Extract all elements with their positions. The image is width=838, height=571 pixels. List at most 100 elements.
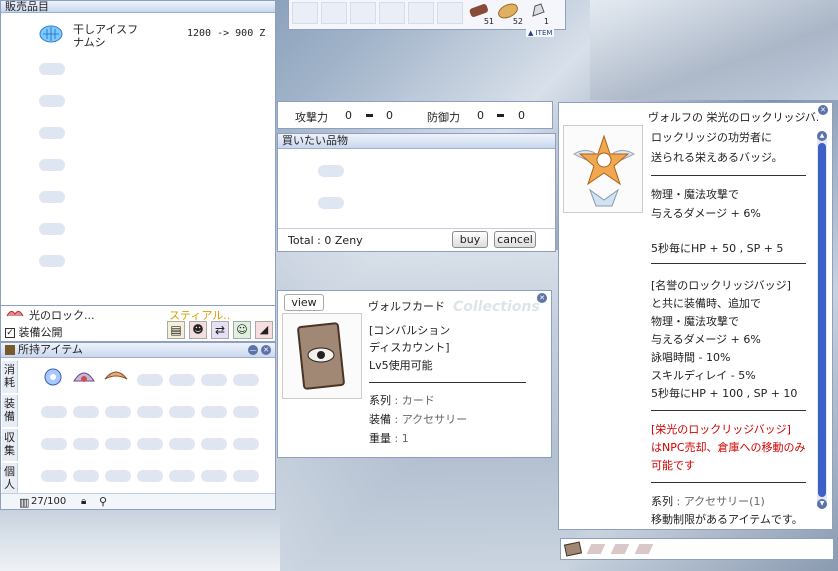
badge-type: 系列 : アクセサリー(1)	[651, 495, 765, 508]
card-slot-3[interactable]	[610, 544, 630, 554]
tab-equipment[interactable]: 装備	[2, 395, 18, 427]
tab-personal[interactable]: 個人	[2, 463, 18, 495]
checkbox[interactable]: ✓	[5, 328, 15, 338]
notes-icon[interactable]: ▤	[167, 321, 185, 339]
card-slot-1[interactable]	[563, 541, 583, 557]
tab-consumable[interactable]: 消耗	[2, 361, 18, 393]
badge-effect-1: 物理・魔法攻撃で	[651, 188, 739, 201]
card-divider	[369, 382, 526, 383]
inventory-capacity: 27/100	[31, 496, 67, 507]
card-line-1: [コンバルション	[369, 324, 451, 337]
helm-icon[interactable]	[71, 365, 97, 389]
card-image-frame	[282, 313, 362, 399]
badge-set-6: スキルディレイ - 5%	[651, 369, 756, 382]
item-tab-label[interactable]: ▲ ITEM	[526, 29, 555, 37]
shortcut-slot-8[interactable]: 52	[495, 2, 523, 26]
card-line-2: ディスカウント]	[369, 341, 450, 354]
card-type: 系列 : カード	[369, 394, 435, 407]
badge-set-3: 物理・魔法攻撃で	[651, 315, 739, 328]
badge-desc-1: ロックリッジの功労者に	[651, 131, 772, 144]
shortcut-slot-9[interactable]: 1	[525, 2, 553, 26]
character2-icon[interactable]: ☺	[233, 321, 251, 339]
card-equip: 装備 : アクセサリー	[369, 413, 468, 426]
shop-item-price: 1200 -> 900 Z	[187, 28, 266, 39]
shortcut-bar: 51 52 1	[288, 0, 566, 30]
book-icon: ▥	[19, 496, 30, 509]
star-badge-icon	[572, 134, 636, 207]
badge-close-button[interactable]: ✕	[818, 105, 828, 115]
wishlist-footer: Total : 0 Zeny buy cancel	[278, 228, 555, 251]
shortcut-slot-3[interactable]	[350, 2, 376, 24]
badge-effect-3: 5秒毎にHP + 50 , SP + 5	[651, 242, 784, 255]
wishlist-title: 買いたい品物	[278, 134, 555, 149]
equip-strip: 光のロック... スティアル.. ✓ 装備公開 ▤ ☻ ⇄ ☺ ◢	[0, 306, 276, 342]
inventory-title: 所持アイテム	[18, 343, 83, 356]
tab-collection[interactable]: 収集	[2, 429, 18, 461]
badge-effect-2: 与えるダメージ + 6%	[651, 207, 761, 220]
shop-title: 販売品目	[1, 1, 275, 13]
lock-icon[interactable]: 🔒︎	[81, 494, 86, 509]
badge-image-frame	[563, 125, 643, 213]
eraser-icon[interactable]: ◢	[255, 321, 273, 339]
card-eye-icon	[297, 322, 345, 390]
badge-scrollbar[interactable]: ▲ ▼	[817, 131, 827, 509]
equip-public-toggle[interactable]: ✓ 装備公開	[5, 324, 63, 340]
shortcut-slot-2[interactable]	[321, 2, 347, 24]
badge-title: ヴォルフの 栄光のロックリッジバ...	[648, 111, 818, 124]
inventory-window: 所持アイテム — ✕ 消耗 装備 収集 個人 ▥ 27/100 🔒︎ ⚲	[0, 342, 276, 510]
badge-divider-2	[651, 263, 806, 264]
buy-button[interactable]: buy	[452, 231, 488, 248]
view-button[interactable]: view	[284, 294, 324, 311]
scroll-down-icon[interactable]: ▼	[817, 499, 827, 509]
badge-window: ヴォルフの 栄光のロックリッジバ... ✕ ロックリッジの功労者に 送られる栄え…	[558, 102, 833, 530]
card-watermark: Collections	[453, 299, 540, 315]
shortcut-slot-1[interactable]	[292, 2, 318, 24]
atk-equals-icon	[366, 114, 373, 117]
def-label: 防御力	[427, 111, 460, 124]
wishlist-window: 買いたい品物 Total : 0 Zeny buy cancel	[277, 133, 556, 252]
search-icon[interactable]: ⚲	[99, 494, 107, 509]
minimize-button[interactable]: —	[248, 345, 258, 355]
badge-desc-2: 送られる栄えあるバッジ。	[651, 151, 783, 164]
card-window: Collections view ✕ ヴォルフカード [コンバルション ディスカ…	[277, 290, 552, 458]
def-equals-icon	[497, 114, 504, 117]
shop-item-name[interactable]: 干しアイスフ ナムシ	[73, 23, 138, 49]
wing-accessory-icon[interactable]	[103, 367, 129, 387]
close-button[interactable]: ✕	[261, 345, 271, 355]
equip-name: 光のロック...	[29, 309, 95, 322]
scroll-up-icon[interactable]: ▲	[817, 131, 827, 141]
shortcut-slot-5[interactable]	[408, 2, 434, 24]
orb-icon[interactable]	[41, 365, 65, 389]
card-slot-2[interactable]	[586, 544, 606, 554]
card-slot-4[interactable]	[634, 544, 654, 554]
inventory-icon	[5, 345, 15, 355]
shortcut-slot-7[interactable]: 51	[466, 2, 494, 26]
shortcut-slot-6[interactable]	[437, 2, 463, 24]
atk-value-2: 0	[386, 109, 393, 122]
card-weight: 重量 : 1	[369, 432, 409, 445]
card-close-button[interactable]: ✕	[537, 293, 547, 303]
shop-window: 販売品目 干しアイスフ ナムシ 1200 -> 900 Z	[0, 0, 276, 306]
badge-restrict-1: [栄光のロックリッジバッジ]	[651, 423, 791, 436]
def-value-1: 0	[477, 109, 484, 122]
swap-icon[interactable]: ⇄	[211, 321, 229, 339]
shortcut-slot-4[interactable]	[379, 2, 405, 24]
badge-move-restrict: 移動制限があるアイテムです。	[651, 513, 803, 525]
badge-divider-4	[651, 482, 806, 483]
badge-restrict-3: 可能です	[651, 459, 695, 472]
character-icon[interactable]: ☻	[189, 321, 207, 339]
scroll-thumb[interactable]	[818, 143, 826, 497]
wishlist-total: Total : 0 Zeny	[288, 234, 363, 247]
def-value-2: 0	[518, 109, 525, 122]
badge-set-1: [名誉のロックリッジバッジ]	[651, 279, 791, 292]
wing-icon	[5, 308, 25, 318]
atk-value-1: 0	[345, 109, 352, 122]
badge-restrict-2: はNPC売却、倉庫への移動のみ	[651, 441, 806, 454]
stats-window: 攻撃力 0 0 防御力 0 0	[277, 101, 553, 129]
badge-set-2: と共に装備時、追加で	[651, 297, 761, 310]
cancel-button[interactable]: cancel	[494, 231, 536, 248]
badge-set-5: 詠唱時間 - 10%	[651, 351, 731, 364]
badge-set-4: 与えるダメージ + 6%	[651, 333, 761, 346]
badge-set-7: 5秒毎にHP + 100 , SP + 10	[651, 387, 798, 400]
ice-terrain	[590, 0, 838, 100]
